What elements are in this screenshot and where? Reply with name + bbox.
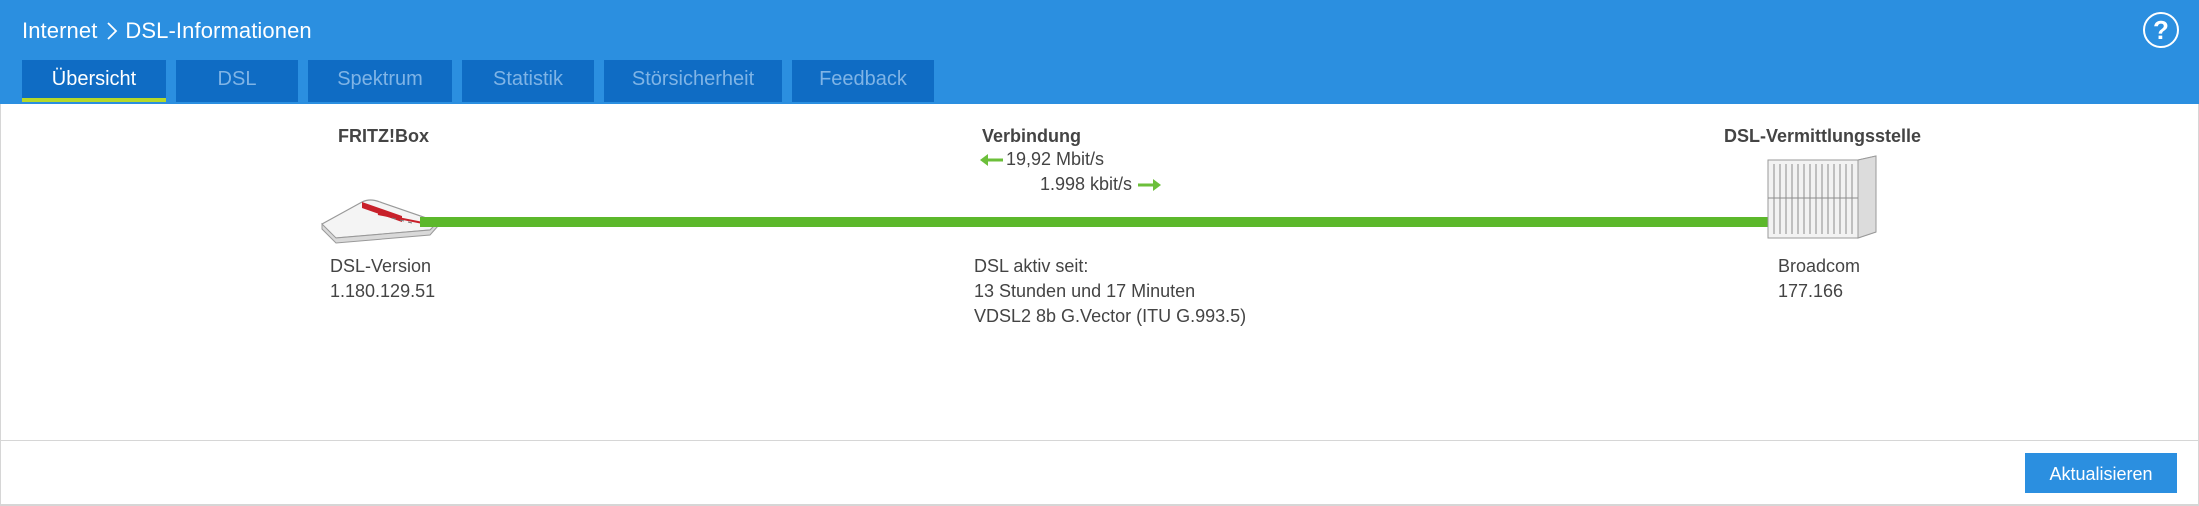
overview-panel: FRITZ!Box DSL-Version 1.180.129.51 Verbi… <box>0 104 2199 440</box>
tab-dsl[interactable]: DSL <box>176 60 298 102</box>
connection-line <box>420 217 1780 227</box>
tab-statistik[interactable]: Statistik <box>462 60 594 102</box>
tab-uebersicht[interactable]: Übersicht <box>22 60 166 102</box>
tab-stoersicherheit[interactable]: Störsicherheit <box>604 60 782 102</box>
chipset-version: 177.166 <box>1778 281 1844 301</box>
footer-divider <box>0 440 2199 441</box>
dsl-active-duration: 13 Stunden und 17 Minuten <box>974 281 1196 301</box>
exchange-title: DSL-Vermittlungsstelle <box>1724 126 1922 146</box>
tab-feedback[interactable]: Feedback <box>792 60 934 102</box>
upstream-rate: 1.998 kbit/s <box>1040 174 1133 194</box>
downstream-rate: 19,92 Mbit/s <box>1006 149 1105 169</box>
chevron-right-icon <box>107 22 118 40</box>
dsl-active-label: DSL aktiv seit: <box>974 256 1089 276</box>
chipset-label: Broadcom <box>1778 256 1861 276</box>
header-bar: Internet DSL-Informationen ? Übersicht D… <box>0 0 2199 104</box>
fritzbox-title: FRITZ!Box <box>338 126 429 146</box>
dsl-version-label: DSL-Version <box>330 256 432 276</box>
breadcrumb-current: DSL-Informationen <box>125 18 312 43</box>
refresh-button[interactable]: Aktualisieren <box>2025 453 2177 493</box>
breadcrumb-parent[interactable]: Internet <box>22 18 97 44</box>
tab-spektrum[interactable]: Spektrum <box>308 60 452 102</box>
dsl-mode: VDSL2 8b G.Vector (ITU G.993.5) <box>974 306 1247 326</box>
tab-bar: Übersicht DSL Spektrum Statistik Störsic… <box>22 60 934 102</box>
downstream-arrow-icon <box>980 154 1003 166</box>
dsl-version-value: 1.180.129.51 <box>330 281 436 301</box>
help-icon[interactable]: ? <box>2143 12 2179 48</box>
breadcrumb: Internet DSL-Informationen <box>22 14 312 48</box>
upstream-arrow-icon <box>1138 179 1161 191</box>
connection-title: Verbindung <box>982 126 1081 146</box>
exchange-rack-icon <box>1767 155 1877 239</box>
